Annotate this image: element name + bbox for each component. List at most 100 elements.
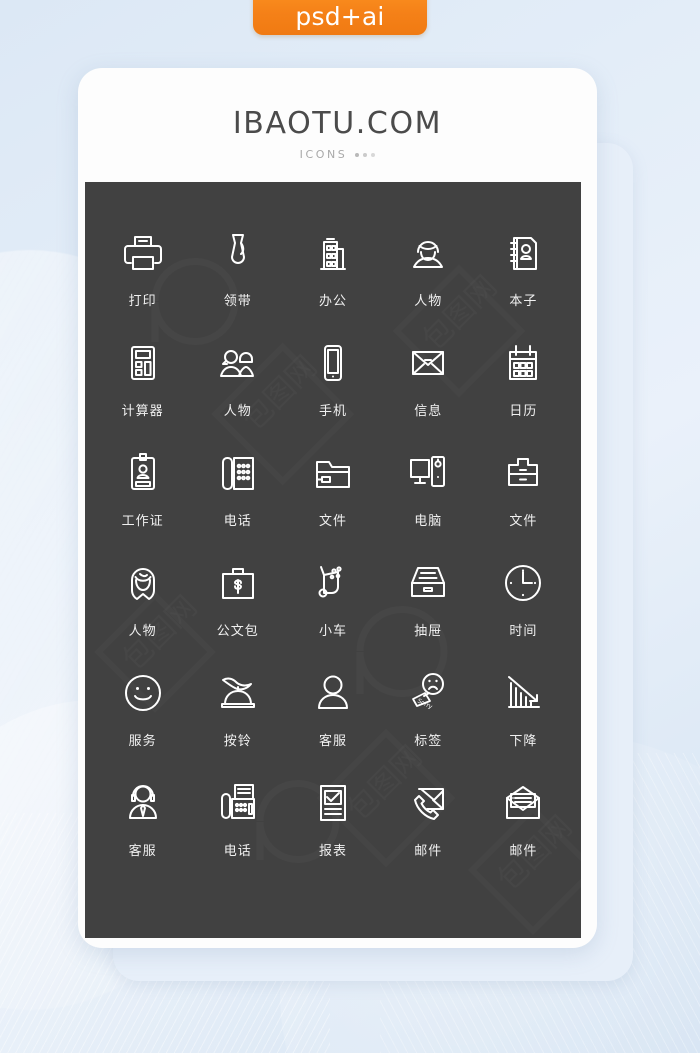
- icon-cell[interactable]: 计算器: [95, 336, 190, 446]
- icon-cell[interactable]: 人物: [190, 336, 285, 446]
- icon-label: 人物: [223, 404, 252, 419]
- calculator-icon: [120, 336, 166, 390]
- icon-cell[interactable]: 领带: [190, 226, 285, 336]
- office-building-icon: [310, 226, 356, 280]
- woman-head-icon: [120, 556, 166, 610]
- icon-cell[interactable]: 客服: [285, 666, 380, 776]
- icon-cell[interactable]: 电话: [190, 446, 285, 556]
- icon-label: 办公: [318, 294, 347, 309]
- page-subtitle: ICONS: [299, 148, 348, 161]
- envelope-message-icon: [405, 336, 451, 390]
- person-head-icon: [405, 226, 451, 280]
- desk-telephone-icon: [215, 446, 261, 500]
- icon-panel: 包图网 包图网 包图网 包图网 包图网 打印 领带 办公 人物 本子 计算器 人…: [85, 182, 581, 938]
- icon-label: 打印: [128, 294, 157, 309]
- icon-label: 时间: [509, 624, 538, 639]
- user-avatar-icon: [310, 666, 356, 720]
- icon-cell[interactable]: 抽屉: [381, 556, 476, 666]
- icon-label: 邮件: [414, 844, 443, 859]
- page-root: psd+ai IBAOTU.COM ICONS 包图网 包图网 包图网 包图网 …: [0, 0, 700, 1053]
- icon-label: 下降: [509, 734, 538, 749]
- icon-cell[interactable]: 小车: [285, 556, 380, 666]
- card-header: IBAOTU.COM ICONS: [78, 68, 597, 182]
- mobile-phone-icon: [310, 336, 356, 390]
- icon-label: 文件: [509, 514, 538, 529]
- subtitle-row: ICONS: [300, 148, 376, 161]
- icon-grid: 打印 领带 办公 人物 本子 计算器 人物 手机 信息 日历 工作证 电话 文件…: [85, 182, 581, 886]
- icon-label: 客服: [128, 844, 157, 859]
- printer-icon: [120, 226, 166, 280]
- fax-machine-icon: [215, 776, 261, 830]
- icon-cell[interactable]: Sorry 标签: [381, 666, 476, 776]
- phone-envelope-icon: [405, 776, 451, 830]
- desktop-computer-icon: [405, 446, 451, 500]
- id-badge-icon: [120, 446, 166, 500]
- necktie-icon: [215, 226, 261, 280]
- icon-cell[interactable]: 公文包: [190, 556, 285, 666]
- open-envelope-icon: [500, 776, 546, 830]
- icon-label: 电话: [223, 514, 252, 529]
- icon-cell[interactable]: 工作证: [95, 446, 190, 556]
- icon-label: 手机: [318, 404, 347, 419]
- icon-cell[interactable]: 办公: [285, 226, 380, 336]
- icon-label: 按铃: [223, 734, 252, 749]
- icon-cell[interactable]: 服务: [95, 666, 190, 776]
- icon-label: 标签: [414, 734, 443, 749]
- icon-cell[interactable]: 人物: [381, 226, 476, 336]
- icon-label: 小车: [318, 624, 347, 639]
- icon-cell[interactable]: 手机: [285, 336, 380, 446]
- icon-cell[interactable]: 本子: [476, 226, 571, 336]
- icon-label: 电脑: [414, 514, 443, 529]
- icon-cell[interactable]: 邮件: [476, 776, 571, 886]
- icon-label: 信息: [414, 404, 443, 419]
- icon-label: 抽屉: [414, 624, 443, 639]
- icon-label: 人物: [128, 624, 157, 639]
- main-card: IBAOTU.COM ICONS 包图网 包图网 包图网 包图网 包图网 打印 …: [78, 68, 597, 948]
- icon-label: 邮件: [509, 844, 538, 859]
- clock-icon: [500, 556, 546, 610]
- icon-label: 报表: [318, 844, 347, 859]
- icon-cell[interactable]: 电脑: [381, 446, 476, 556]
- smiley-face-icon: [120, 666, 166, 720]
- svg-text:Sorry: Sorry: [416, 698, 434, 711]
- format-badge: psd+ai: [253, 0, 427, 35]
- file-tray-icon: [500, 446, 546, 500]
- briefcase-dollar-icon: [215, 556, 261, 610]
- icon-cell[interactable]: 日历: [476, 336, 571, 446]
- icon-cell[interactable]: 时间: [476, 556, 571, 666]
- icon-cell[interactable]: 文件: [285, 446, 380, 556]
- icon-label: 客服: [318, 734, 347, 749]
- service-bell-icon: [215, 666, 261, 720]
- icon-cell[interactable]: 报表: [285, 776, 380, 886]
- icon-label: 服务: [128, 734, 157, 749]
- icon-label: 日历: [509, 404, 538, 419]
- icon-cell[interactable]: 信息: [381, 336, 476, 446]
- ellipsis-dots-icon: [355, 152, 376, 157]
- icon-cell[interactable]: 客服: [95, 776, 190, 886]
- icon-cell[interactable]: 电话: [190, 776, 285, 886]
- icon-label: 本子: [509, 294, 538, 309]
- icon-label: 计算器: [121, 404, 164, 419]
- icon-cell[interactable]: 人物: [95, 556, 190, 666]
- icon-cell[interactable]: 文件: [476, 446, 571, 556]
- calendar-icon: [500, 336, 546, 390]
- icon-label: 领带: [223, 294, 252, 309]
- icon-cell[interactable]: 邮件: [381, 776, 476, 886]
- sorry-tag-icon: Sorry: [405, 666, 451, 720]
- icon-cell[interactable]: 打印: [95, 226, 190, 336]
- format-badge-label: psd+ai: [295, 2, 385, 31]
- two-people-icon: [215, 336, 261, 390]
- icon-label: 电话: [223, 844, 252, 859]
- icon-cell[interactable]: 按铃: [190, 666, 285, 776]
- page-title: IBAOTU.COM: [232, 106, 443, 141]
- folder-file-icon: [310, 446, 356, 500]
- icon-cell[interactable]: 下降: [476, 666, 571, 776]
- drawer-icon: [405, 556, 451, 610]
- icon-label: 文件: [318, 514, 347, 529]
- declining-chart-icon: [500, 666, 546, 720]
- shopping-cart-icon: [310, 556, 356, 610]
- headset-agent-icon: [120, 776, 166, 830]
- contact-book-icon: [500, 226, 546, 280]
- icon-label: 公文包: [216, 624, 259, 639]
- icon-label: 人物: [414, 294, 443, 309]
